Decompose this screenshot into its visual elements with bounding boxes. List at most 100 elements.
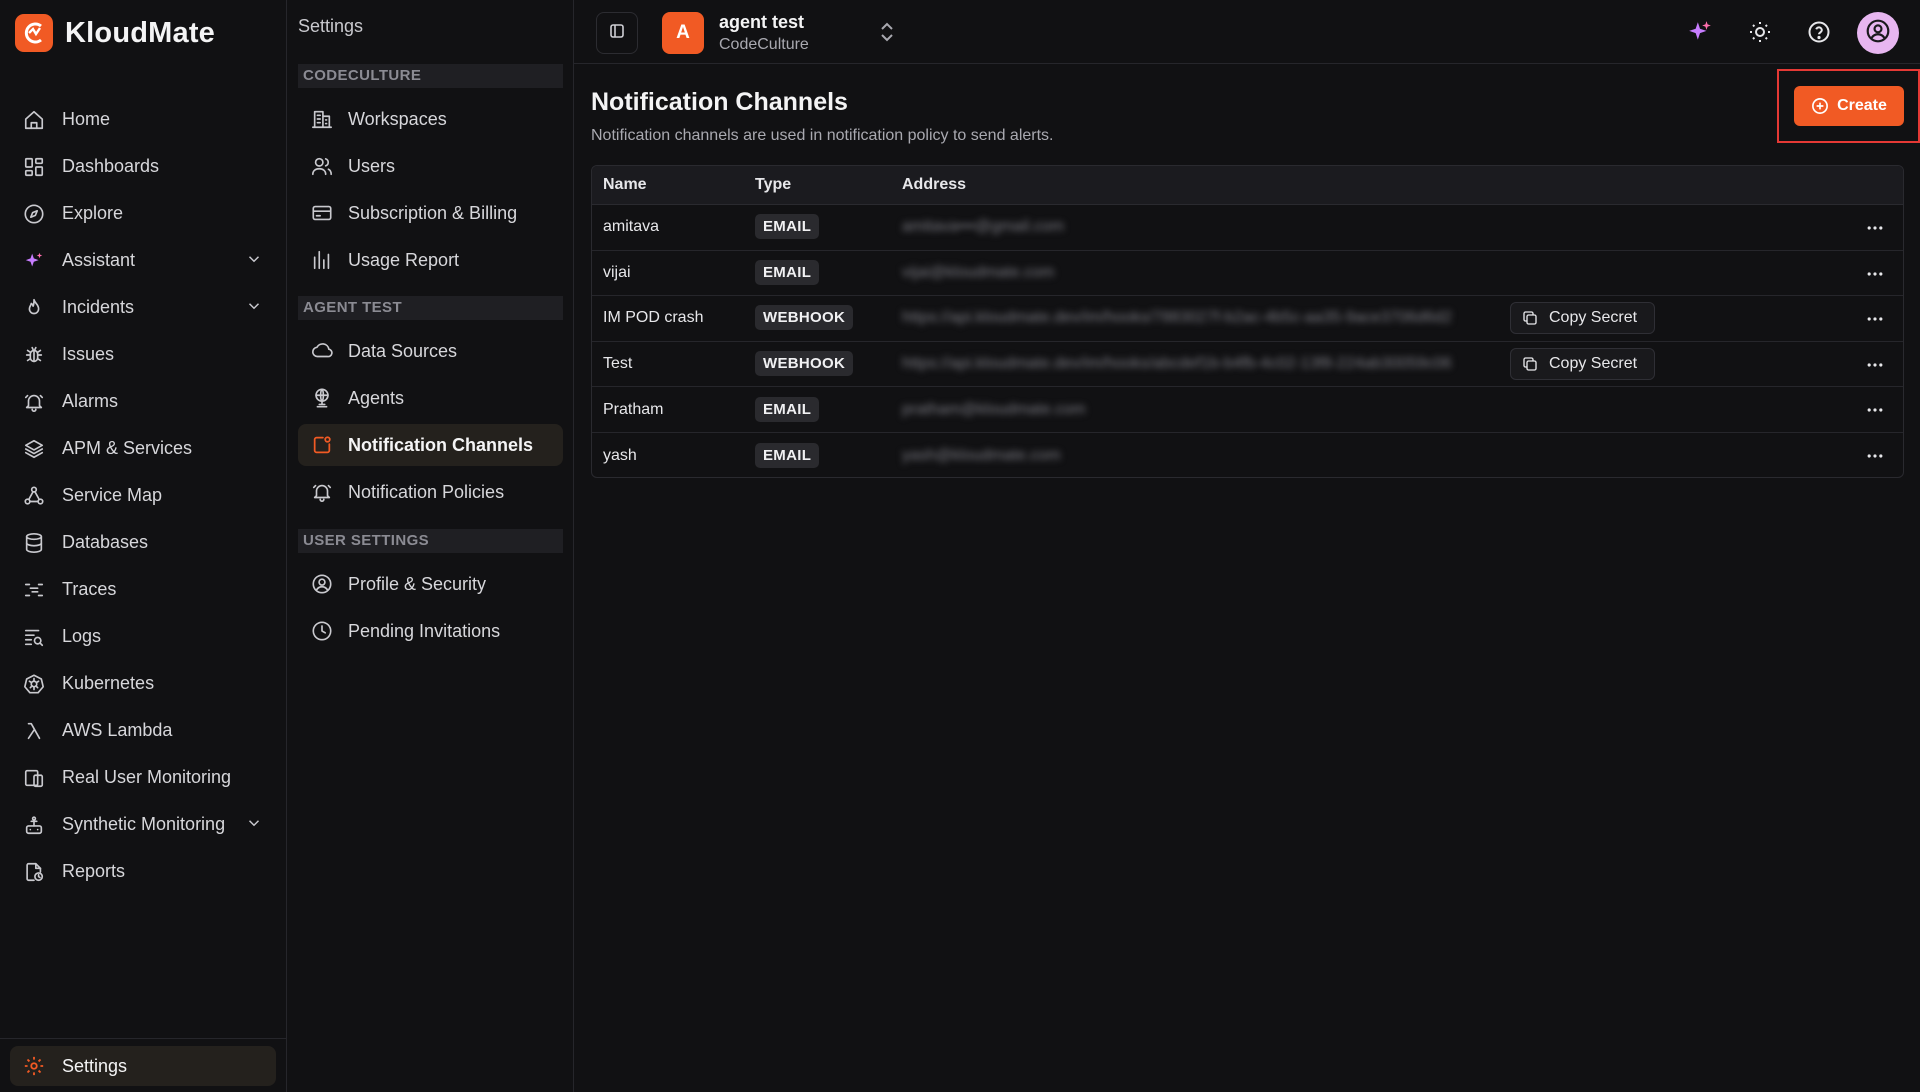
nav-item-label: Reports bbox=[62, 861, 126, 881]
chevron-down-icon[interactable] bbox=[245, 814, 263, 837]
table-row[interactable]: yash EMAIL yash@kloudmate.com bbox=[592, 433, 1903, 477]
nav-item-traces[interactable]: Traces bbox=[10, 566, 277, 613]
settings-item-notification-channels[interactable]: Notification Channels bbox=[298, 424, 563, 466]
settings-item-agents[interactable]: Agents bbox=[298, 377, 563, 419]
channel-address: yash@kloudmate.com bbox=[902, 446, 1061, 464]
nav-item-reports[interactable]: Reports bbox=[10, 848, 277, 895]
ai-sparkle-icon[interactable] bbox=[1686, 18, 1714, 46]
copy-secret-button[interactable]: Copy Secret bbox=[1510, 302, 1655, 335]
more-options-icon[interactable] bbox=[1865, 446, 1885, 471]
users-icon bbox=[310, 154, 334, 178]
settings-item-users[interactable]: Users bbox=[298, 145, 563, 187]
sparkle-icon bbox=[22, 249, 46, 273]
nav-item-label: Settings bbox=[62, 1055, 128, 1076]
sidebar-toggle-button[interactable] bbox=[596, 12, 638, 54]
lambda-icon bbox=[22, 719, 46, 743]
nav-item-home[interactable]: Home bbox=[10, 96, 277, 143]
settings-item-label: Workspaces bbox=[348, 108, 447, 129]
nav-item-label: Service Map bbox=[62, 485, 163, 505]
notification-channel-icon bbox=[310, 433, 334, 457]
settings-item-subscription-billing[interactable]: Subscription & Billing bbox=[298, 192, 563, 234]
theme-toggle-icon[interactable] bbox=[1746, 18, 1774, 46]
settings-item-notification-policies[interactable]: Notification Policies bbox=[298, 471, 563, 513]
nav-item-label: Incidents bbox=[62, 297, 135, 317]
nav-item-kubernetes[interactable]: Kubernetes bbox=[10, 660, 277, 707]
chevron-down-icon[interactable] bbox=[245, 297, 263, 320]
network-icon bbox=[22, 484, 46, 508]
logs-icon bbox=[22, 625, 46, 649]
nav-item-dashboards[interactable]: Dashboards bbox=[10, 143, 277, 190]
nav-item-databases[interactable]: Databases bbox=[10, 519, 277, 566]
kloudmate-logo-icon bbox=[15, 14, 53, 52]
nav-item-alarms[interactable]: Alarms bbox=[10, 378, 277, 425]
nav-item-real-user-monitoring[interactable]: Real User Monitoring bbox=[10, 754, 277, 801]
copy-icon bbox=[1521, 309, 1539, 327]
settings-item-pending-invitations[interactable]: Pending Invitations bbox=[298, 610, 563, 652]
traces-icon bbox=[22, 578, 46, 602]
column-header-name[interactable]: Name bbox=[603, 176, 647, 194]
settings-item-usage-report[interactable]: Usage Report bbox=[298, 239, 563, 281]
settings-item-label: Pending Invitations bbox=[348, 620, 501, 641]
nav-item-apm-services[interactable]: APM & Services bbox=[10, 425, 277, 472]
column-header-type[interactable]: Type bbox=[755, 176, 791, 194]
table-row[interactable]: Test WEBHOOK https://api.kloudmate.dev/im/… bbox=[592, 342, 1903, 388]
help-icon[interactable] bbox=[1805, 18, 1833, 46]
profile-icon bbox=[310, 572, 334, 596]
channel-address: amitava•••@gmail.com bbox=[902, 218, 1064, 236]
more-options-icon[interactable] bbox=[1865, 355, 1885, 380]
create-button[interactable]: Create bbox=[1794, 86, 1904, 126]
table-row[interactable]: Pratham EMAIL pratham@kloudmate.com bbox=[592, 387, 1903, 433]
nav-item-service-map[interactable]: Service Map bbox=[10, 472, 277, 519]
settings-item-workspaces[interactable]: Workspaces bbox=[298, 98, 563, 140]
nav-item-synthetic-monitoring[interactable]: Synthetic Monitoring bbox=[10, 801, 277, 848]
nav-item-aws-lambda[interactable]: AWS Lambda bbox=[10, 707, 277, 754]
rum-icon bbox=[22, 766, 46, 790]
workspace-avatar[interactable]: A bbox=[662, 12, 704, 54]
nav-item-label: Assistant bbox=[62, 250, 136, 270]
top-bar: A agent test CodeCulture bbox=[574, 0, 1920, 64]
column-header-address[interactable]: Address bbox=[902, 176, 966, 194]
more-options-icon[interactable] bbox=[1865, 400, 1885, 425]
create-button-label: Create bbox=[1837, 97, 1887, 114]
chevron-down-icon[interactable] bbox=[245, 250, 263, 273]
nav-item-logs[interactable]: Logs bbox=[10, 613, 277, 660]
settings-item-label: Subscription & Billing bbox=[348, 202, 518, 223]
nav-item-settings[interactable]: Settings bbox=[10, 1046, 276, 1086]
nav-item-incidents[interactable]: Incidents bbox=[10, 284, 277, 331]
channel-name: vijai bbox=[603, 263, 631, 281]
settings-item-label: Profile & Security bbox=[348, 573, 487, 594]
nav-item-label: Traces bbox=[62, 579, 117, 599]
channel-type-cell: EMAIL bbox=[755, 259, 820, 285]
copy-secret-label: Copy Secret bbox=[1549, 355, 1638, 373]
settings-item-data-sources[interactable]: Data Sources bbox=[298, 330, 563, 372]
more-options-icon[interactable] bbox=[1865, 264, 1885, 289]
more-options-icon[interactable] bbox=[1865, 218, 1885, 243]
nav-item-label: Synthetic Monitoring bbox=[62, 814, 226, 834]
more-options-icon[interactable] bbox=[1865, 309, 1885, 334]
table-row[interactable]: amitava EMAIL amitava•••@gmail.com bbox=[592, 205, 1903, 251]
user-avatar[interactable] bbox=[1857, 12, 1899, 54]
home-icon bbox=[22, 108, 46, 132]
brand[interactable]: KloudMate bbox=[15, 14, 215, 52]
workspace-name[interactable]: agent test bbox=[719, 12, 804, 33]
channel-name: Pratham bbox=[603, 400, 664, 418]
dashboard-icon bbox=[22, 155, 46, 179]
channel-type-cell: WEBHOOK bbox=[755, 351, 854, 377]
gear-icon bbox=[22, 1054, 46, 1078]
table-row[interactable]: IM POD crash WEBHOOK https://api.kloudmate… bbox=[592, 296, 1903, 342]
nav-item-assistant[interactable]: Assistant bbox=[10, 237, 277, 284]
workspace-switcher-icon[interactable] bbox=[877, 20, 897, 49]
table-row[interactable]: vijai EMAIL vijai@kloudmate.com bbox=[592, 251, 1903, 297]
copy-secret-button[interactable]: Copy Secret bbox=[1510, 348, 1655, 381]
settings-item-label: Data Sources bbox=[348, 340, 458, 361]
settings-item-profile-security[interactable]: Profile & Security bbox=[298, 563, 563, 605]
channel-type-badge: WEBHOOK bbox=[755, 305, 854, 331]
nav-item-label: Databases bbox=[62, 532, 149, 552]
compass-icon bbox=[22, 202, 46, 226]
nav-item-explore[interactable]: Explore bbox=[10, 190, 277, 237]
nav-item-issues[interactable]: Issues bbox=[10, 331, 277, 378]
building-icon bbox=[310, 107, 334, 131]
channel-type-badge: WEBHOOK bbox=[755, 351, 854, 377]
section-heading: USER SETTINGS bbox=[298, 529, 563, 553]
page-title: Notification Channels bbox=[591, 88, 848, 116]
